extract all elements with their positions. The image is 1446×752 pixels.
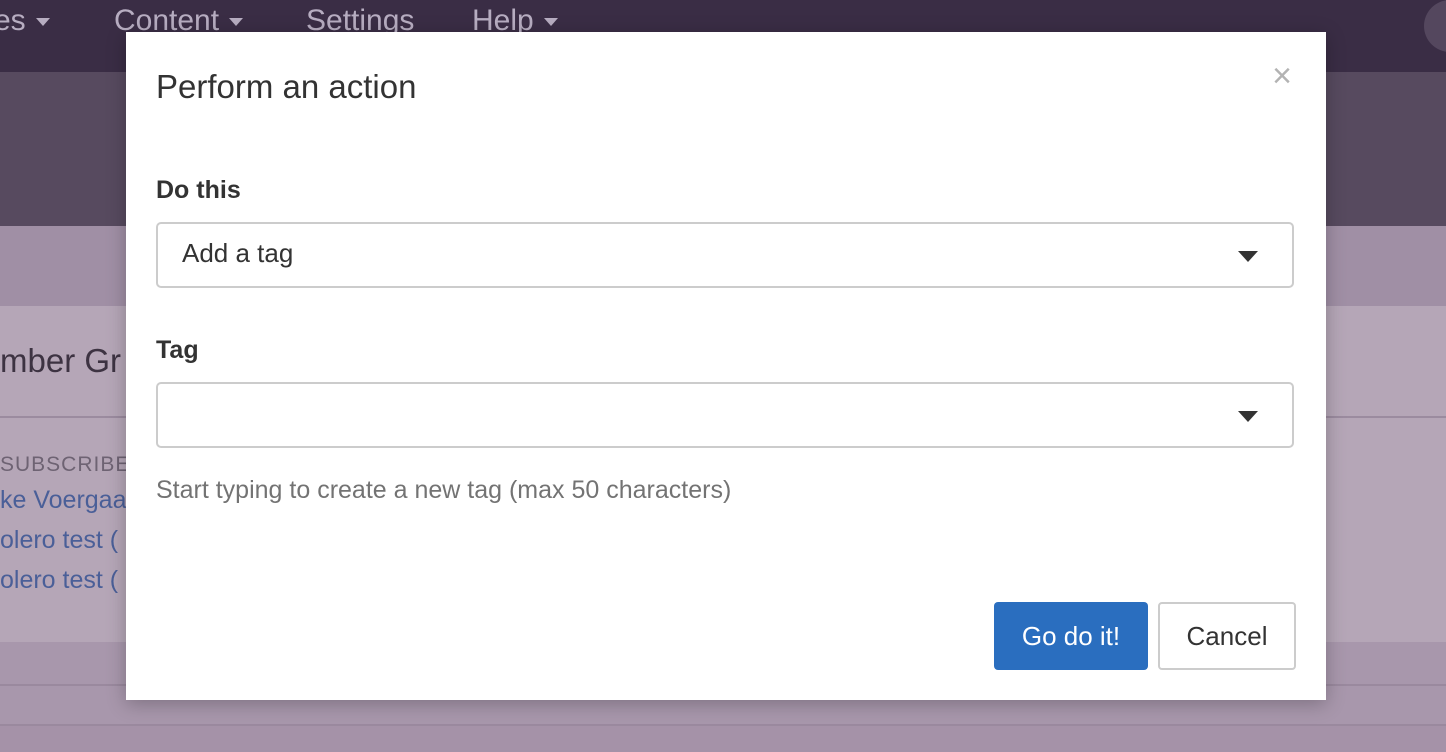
go-do-it-button[interactable]: Go do it! — [994, 602, 1148, 670]
panel-title: mber Gr — [0, 342, 122, 379]
modal-title: Perform an action — [156, 68, 417, 105]
caret-down-icon — [1238, 411, 1258, 422]
chevron-down-icon — [543, 18, 558, 27]
cancel-button[interactable]: Cancel — [1158, 602, 1296, 670]
tag-select[interactable] — [156, 382, 1294, 448]
perform-action-modal: Perform an action × Do this Add a tag Ta… — [126, 32, 1326, 700]
subscriber-link[interactable]: olero test ( — [0, 566, 118, 595]
action-select-value: Add a tag — [182, 238, 294, 268]
action-label: Do this — [156, 176, 241, 204]
avatar[interactable] — [1424, 0, 1446, 52]
caret-down-icon — [1238, 251, 1258, 262]
tag-help-text: Start typing to create a new tag (max 50… — [156, 476, 732, 504]
action-select[interactable]: Add a tag — [156, 222, 1294, 288]
subscriber-link[interactable]: ke Voergaa — [0, 486, 127, 515]
close-icon[interactable]: × — [1266, 59, 1298, 93]
subscriber-link[interactable]: olero test ( — [0, 526, 118, 555]
footer-band — [0, 726, 1446, 752]
subscribers-heading: SUBSCRIBER — [0, 453, 147, 476]
chevron-down-icon — [35, 18, 50, 27]
nav-item-pages[interactable]: es — [0, 4, 50, 38]
chevron-down-icon — [229, 18, 244, 27]
tag-label: Tag — [156, 336, 199, 364]
